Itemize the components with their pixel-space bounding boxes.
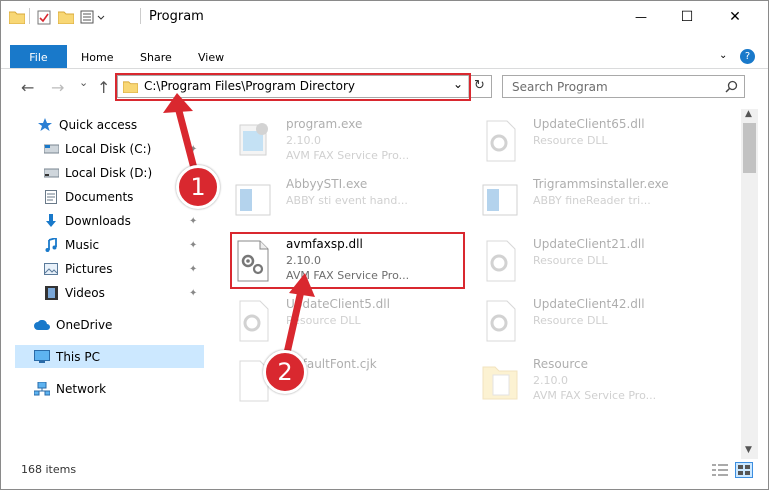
annotation-step-1: 1 bbox=[176, 165, 220, 209]
annotation-arrows bbox=[163, 93, 315, 357]
explorer-window: Program — ☐ ✕ File Home Share View ⌄ ? ←… bbox=[0, 0, 769, 490]
annotation-step-2: 2 bbox=[263, 350, 307, 394]
